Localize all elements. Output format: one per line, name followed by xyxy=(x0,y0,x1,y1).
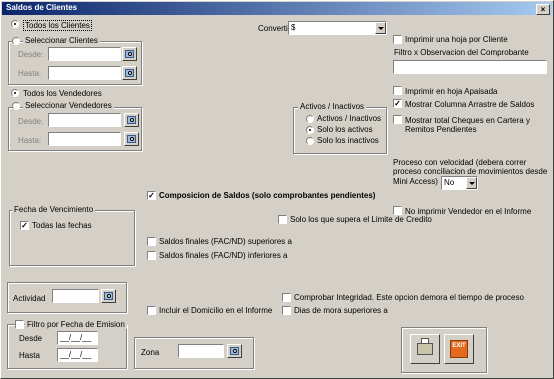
activos-legend: Activos / Inactivos xyxy=(298,102,367,111)
label-velocidad-1: Proceso con velocidad (debera correr xyxy=(393,158,527,167)
label-activos-inactivos: Activos / Inactivos xyxy=(317,114,382,123)
printer-icon xyxy=(417,338,433,355)
radio-seleccionar-clientes[interactable] xyxy=(12,37,20,45)
vencimiento-legend: Fecha de Vencimiento xyxy=(12,205,96,214)
vencimiento-group xyxy=(9,210,135,266)
label-filtro-observacion: Filtro x Observacion del Comprobante xyxy=(394,48,529,57)
label-apaisada: Imprimir en hoja Apaisada xyxy=(405,87,498,96)
label-imprimir-hoja: Imprimir una hoja por Cliente xyxy=(405,35,508,44)
radio-activos-inactivos[interactable] xyxy=(306,115,314,123)
label-vendedores-desde: Desde: xyxy=(18,117,44,126)
label-actividad: Actividad xyxy=(13,294,46,303)
chk-saldos-inferiores[interactable] xyxy=(147,251,156,260)
chk-saldos-superiores[interactable] xyxy=(147,237,156,246)
label-todos-clientes: Todos los Clientes xyxy=(23,20,92,31)
chk-imprimir-hoja[interactable] xyxy=(393,35,402,44)
chevron-down-icon[interactable] xyxy=(375,22,386,34)
zona-lookup-button[interactable] xyxy=(227,344,242,358)
label-composicion: Composicion de Saldos (solo comprobantes… xyxy=(159,191,376,200)
radio-todos-clientes[interactable] xyxy=(11,20,19,28)
radio-solo-inactivos[interactable] xyxy=(306,137,314,145)
clientes-hasta-lookup-button[interactable] xyxy=(122,66,137,80)
chk-dias-mora[interactable] xyxy=(282,306,291,315)
window-title: Saldos de Clientes xyxy=(6,3,78,12)
label-solo-inactivos: Solo los inactivos xyxy=(317,136,379,145)
label-vendedores-hasta: Hasta: xyxy=(18,136,42,145)
chk-limite-credito[interactable] xyxy=(278,215,287,224)
exit-icon: EXIT xyxy=(450,340,468,358)
velocidad-value: No xyxy=(444,178,455,187)
chk-domicilio[interactable] xyxy=(147,306,156,315)
label-seleccionar-vendedores: Seleccionar Vendedores xyxy=(23,101,114,110)
label-zona: Zona xyxy=(141,348,160,357)
actividad-input[interactable] xyxy=(52,289,99,303)
label-solo-activos: Solo los activos xyxy=(317,125,373,134)
chk-composicion[interactable]: ✓ xyxy=(147,191,156,200)
emision-desde-input[interactable]: __/__/__ xyxy=(57,331,98,345)
label-integridad: Comprobar Integridad. Este opcion demora… xyxy=(294,293,524,302)
chk-integridad[interactable] xyxy=(282,293,291,302)
label-todas-fechas: Todas las fechas xyxy=(32,221,92,230)
filtro-observacion-input[interactable] xyxy=(393,60,547,74)
emision-hasta-input[interactable]: __/__/__ xyxy=(57,348,98,362)
label-limite-credito: Solo los que supera el Limite de Credito xyxy=(290,215,432,224)
label-dias-mora: Dias de mora superiores a xyxy=(294,306,388,315)
chk-todas-fechas[interactable]: ✓ xyxy=(20,221,29,230)
exit-label: EXIT xyxy=(452,343,466,349)
convertir-select[interactable]: $ xyxy=(288,21,387,35)
radio-solo-activos[interactable] xyxy=(306,126,314,134)
label-todos-vendedores: Todos los Vendedores xyxy=(23,89,102,98)
label-emision-desde: Desde xyxy=(19,334,43,343)
chk-arrastre[interactable]: ✓ xyxy=(393,99,402,108)
velocidad-select[interactable]: No xyxy=(441,176,478,190)
label-clientes-hasta: Hasta: xyxy=(18,69,42,78)
radio-todos-vendedores[interactable] xyxy=(11,89,19,97)
title-bar: Saldos de Clientes × xyxy=(2,2,552,15)
label-arrastre: Mostrar Columna Arrastre de Saldos xyxy=(405,100,535,109)
label-seleccionar-clientes: Seleccionar Clientes xyxy=(23,36,100,45)
label-emision-hasta: Hasta xyxy=(19,351,40,360)
vendedores-hasta-lookup-button[interactable] xyxy=(124,132,139,146)
label-domicilio: Incluir el Domicilio en el Informe xyxy=(159,306,273,315)
label-clientes-desde: Desde: xyxy=(18,50,44,59)
zona-input[interactable] xyxy=(178,344,224,358)
exit-button[interactable]: EXIT xyxy=(444,334,474,364)
convertir-value: $ xyxy=(291,23,296,32)
actividad-lookup-button[interactable] xyxy=(101,289,116,303)
chk-apaisada[interactable] xyxy=(393,86,402,95)
emision-legend: Filtro por Fecha de Emision xyxy=(25,320,127,329)
label-saldos-inferiores: Saldos finales (FAC/ND) inferiores a xyxy=(159,251,288,260)
clientes-desde-input[interactable] xyxy=(48,47,121,61)
clientes-hasta-input[interactable] xyxy=(48,66,121,80)
vendedores-desde-lookup-button[interactable] xyxy=(124,113,139,127)
chk-cheques[interactable] xyxy=(393,115,402,124)
label-velocidad-2: proceso conciliacion de movimientos desd… xyxy=(393,167,548,176)
label-velocidad-3: Mini Access) xyxy=(393,177,438,186)
label-saldos-superiores: Saldos finales (FAC/ND) superiores a xyxy=(159,237,292,246)
vendedores-hasta-input[interactable] xyxy=(48,132,121,146)
main-window: Saldos de Clientes × Todos los Clientes … xyxy=(0,0,554,379)
print-button[interactable] xyxy=(410,334,440,364)
radio-seleccionar-vendedores[interactable] xyxy=(12,102,20,110)
label-cheques-1: Mostrar total Cheques en Cartera y xyxy=(405,116,530,125)
chevron-down-icon[interactable] xyxy=(466,177,477,189)
close-button[interactable]: × xyxy=(536,4,550,15)
chk-filtro-emision[interactable] xyxy=(15,320,24,329)
chk-no-vendedor[interactable] xyxy=(393,206,402,215)
clientes-desde-lookup-button[interactable] xyxy=(122,47,137,61)
vendedores-desde-input[interactable] xyxy=(48,113,121,127)
label-cheques-2: Remitos Pendientes xyxy=(405,125,477,134)
